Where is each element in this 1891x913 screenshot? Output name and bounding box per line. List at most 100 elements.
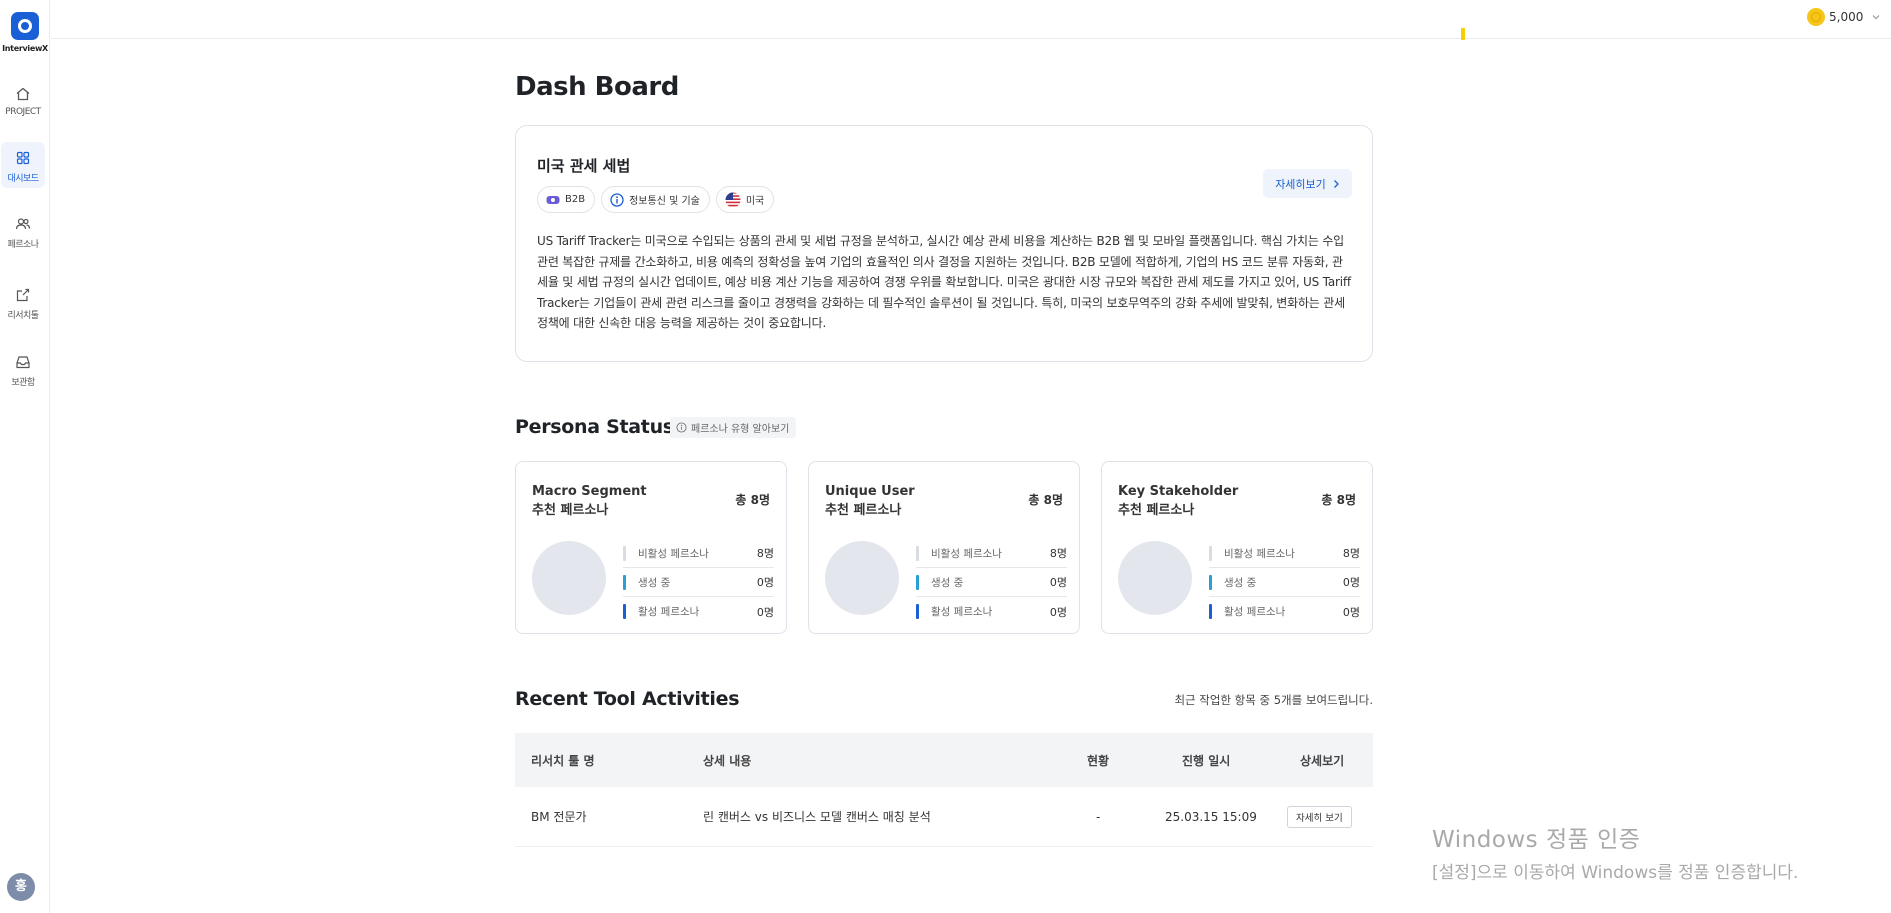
stat-row-inactive: 비활성 페르소나 8명 xyxy=(623,539,774,568)
logo-text: InterviewX xyxy=(2,44,48,53)
project-card: 미국 관세 세법 B2B 정보통신 및 기술 미국 자세히보기 US Tarif… xyxy=(515,125,1373,362)
credit-dropdown[interactable]: 5,000 xyxy=(1807,8,1881,26)
stat-label: 활성 페르소나 xyxy=(638,606,700,618)
persona-help-label: 페르소나 유형 알아보기 xyxy=(691,424,790,435)
project-detail-button[interactable]: 자세히보기 xyxy=(1263,169,1352,198)
sidebar-item-persona[interactable]: 페르소나 xyxy=(1,208,45,254)
chevron-down-icon xyxy=(1872,15,1880,20)
sidebar-item-project[interactable]: PROJECT xyxy=(1,78,45,124)
stat-value: 8명 xyxy=(1049,547,1067,560)
project-tags: B2B 정보통신 및 기술 미국 xyxy=(537,186,775,213)
logo-mark xyxy=(11,12,39,40)
column-header: 리서치 툴 명 xyxy=(531,753,595,768)
activities-note: 최근 작업한 항목 중 5개를 보여드립니다. xyxy=(1174,693,1373,707)
activities-table: 리서치 툴 명 상세 내용 현황 진행 일시 상세보기 BM 전문가 린 캔버스… xyxy=(515,733,1373,847)
us-flag-icon xyxy=(725,192,741,208)
sidebar-item-label: 대시보드 xyxy=(7,174,39,184)
sidebar-item-label: PROJECT xyxy=(5,107,41,117)
persona-card-title: Unique User 추천 페르소나 xyxy=(825,482,915,520)
stat-value: 8명 xyxy=(1342,547,1360,560)
sidebar-item-dashboard[interactable]: 대시보드 xyxy=(1,142,45,188)
project-description: US Tariff Tracker는 미국으로 수입되는 상품의 관세 및 세법… xyxy=(537,234,1351,330)
project-name: 미국 관세 세법 xyxy=(537,157,631,175)
persona-donut-chart xyxy=(825,541,899,615)
stat-row-generating: 생성 중 0명 xyxy=(916,568,1067,597)
stat-label: 활성 페르소나 xyxy=(1224,606,1286,618)
stat-label: 비활성 페르소나 xyxy=(931,547,1002,560)
tag-label: 정보통신 및 기술 xyxy=(629,196,700,207)
column-header: 현황 xyxy=(1087,753,1110,768)
top-marker xyxy=(1461,28,1465,40)
info-icon xyxy=(676,422,687,433)
windows-activation-watermark: Windows 정품 인증 [설정]으로 이동하여 Windows를 정품 인증… xyxy=(1432,820,1798,883)
persona-stats: 비활성 페르소나 8명 생성 중 0명 활성 페르소나 0명 xyxy=(916,539,1067,626)
stat-row-generating: 생성 중 0명 xyxy=(1209,568,1360,597)
avatar[interactable]: 홍 xyxy=(7,873,35,901)
persona-stats: 비활성 페르소나 8명 생성 중 0명 활성 페르소나 0명 xyxy=(623,539,774,626)
persona-card-macro-segment[interactable]: Macro Segment 추천 페르소나 총 8명 비활성 페르소나 8명 생성… xyxy=(515,461,787,634)
table-header: 리서치 툴 명 상세 내용 현황 진행 일시 상세보기 xyxy=(515,733,1373,787)
stat-label: 생성 중 xyxy=(1224,576,1257,589)
stat-value: 8명 xyxy=(756,547,774,560)
project-detail-label: 자세히보기 xyxy=(1275,177,1326,191)
stat-value: 0명 xyxy=(1049,576,1067,589)
persona-donut-chart xyxy=(532,541,606,615)
stat-label: 활성 페르소나 xyxy=(931,606,993,618)
logo[interactable]: InterviewX xyxy=(0,12,50,53)
home-icon xyxy=(16,87,30,101)
sidebar-item-label: 페르소나 xyxy=(7,240,39,250)
tag-country: 미국 xyxy=(715,186,775,213)
sidebar: InterviewX PROJECT 대시보드 페르소나 리서치툴 보관함 홍 xyxy=(0,0,50,913)
stat-value: 0명 xyxy=(1342,576,1360,589)
persona-card-title: Macro Segment 추천 페르소나 xyxy=(532,482,647,520)
cell-view: 자세히 보기 xyxy=(1287,787,1352,846)
persona-card-title-line2: 추천 페르소나 xyxy=(532,503,609,518)
stat-row-inactive: 비활성 페르소나 8명 xyxy=(916,539,1067,568)
stat-value: 0명 xyxy=(1049,605,1067,619)
persona-section-title: Persona Status xyxy=(515,416,674,438)
stat-label: 비활성 페르소나 xyxy=(1224,547,1295,560)
edit-box-icon xyxy=(16,288,30,302)
watermark-subtitle: [설정]으로 이동하여 Windows를 정품 인증합니다. xyxy=(1432,863,1799,883)
persona-card-title: Key Stakeholder 추천 페르소나 xyxy=(1118,482,1238,520)
stat-label: 비활성 페르소나 xyxy=(638,547,709,560)
sidebar-item-label: 보관함 xyxy=(11,378,35,388)
persona-card-key-stakeholder[interactable]: Key Stakeholder 추천 페르소나 총 8명 비활성 페르소나 8명 … xyxy=(1101,461,1373,634)
persona-card-title-line1: Unique User xyxy=(825,484,915,499)
persona-card-title-line2: 추천 페르소나 xyxy=(825,503,902,518)
stat-value: 0명 xyxy=(756,576,774,589)
column-header: 진행 일시 xyxy=(1182,753,1231,768)
persona-help-button[interactable]: 페르소나 유형 알아보기 xyxy=(670,417,797,438)
info-icon xyxy=(610,192,624,207)
cell-tool-name: BM 전문가 xyxy=(531,810,587,824)
persona-total: 총 8명 xyxy=(1028,493,1063,507)
activities-section-title: Recent Tool Activities xyxy=(515,688,740,710)
table-row: BM 전문가 린 캔버스 vs 비즈니스 모델 캔버스 매칭 분석 - 25.0… xyxy=(515,787,1373,847)
cell-status: - xyxy=(1096,809,1101,824)
users-icon xyxy=(15,218,31,230)
view-detail-button[interactable]: 자세히 보기 xyxy=(1287,805,1352,828)
persona-total: 총 8명 xyxy=(735,493,770,507)
stat-row-active: 활성 페르소나 0명 xyxy=(1209,597,1360,626)
inbox-icon xyxy=(16,356,30,369)
sidebar-item-research-tool[interactable]: 리서치툴 xyxy=(1,279,45,325)
coin-icon xyxy=(1807,8,1825,26)
persona-card-title-line2: 추천 페르소나 xyxy=(1118,503,1195,518)
column-header: 상세보기 xyxy=(1300,753,1345,768)
page-title: Dash Board xyxy=(515,72,679,102)
stat-row-inactive: 비활성 페르소나 8명 xyxy=(1209,539,1360,568)
tag-industry: 정보통신 및 기술 xyxy=(601,186,710,213)
stat-row-generating: 생성 중 0명 xyxy=(623,568,774,597)
stat-row-active: 활성 페르소나 0명 xyxy=(916,597,1067,626)
sidebar-item-label: 리서치툴 xyxy=(7,311,39,321)
b2b-icon xyxy=(546,195,560,205)
persona-donut-chart xyxy=(1118,541,1192,615)
sidebar-item-archive[interactable]: 보관함 xyxy=(1,346,45,392)
dashboard-grid-icon xyxy=(16,151,30,165)
persona-card-title-line1: Macro Segment xyxy=(532,484,647,499)
column-header: 상세 내용 xyxy=(703,753,752,768)
persona-card-unique-user[interactable]: Unique User 추천 페르소나 총 8명 비활성 페르소나 8명 생성 중… xyxy=(808,461,1080,634)
watermark-title: Windows 정품 인증 xyxy=(1432,827,1641,853)
cell-detail: 린 캔버스 vs 비즈니스 모델 캔버스 매칭 분석 xyxy=(703,810,931,824)
stat-label: 생성 중 xyxy=(638,576,671,589)
